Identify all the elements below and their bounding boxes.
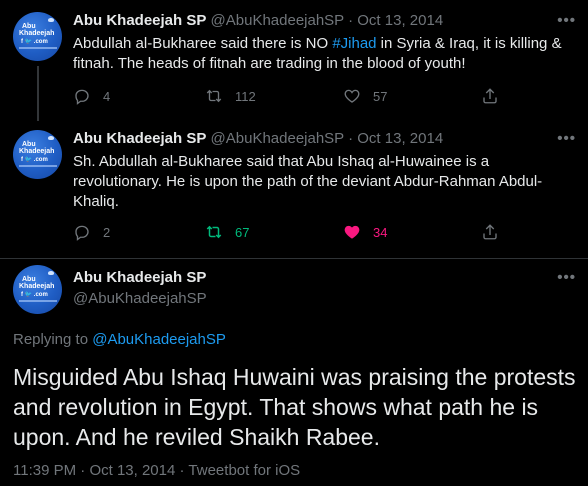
author-handle[interactable]: @AbuKhadeejahSP (211, 130, 344, 147)
thread-line (37, 66, 39, 121)
tweet-time[interactable]: 11:39 PM (13, 462, 76, 479)
avatar-stripe (19, 47, 57, 49)
more-icon[interactable]: ••• (557, 269, 576, 286)
tweet-1[interactable]: Abu Khadeejah f 🐦 .com Abu Khadeejah SP … (0, 0, 588, 121)
reply-button[interactable]: 2 (73, 222, 110, 242)
separator: · (348, 130, 354, 147)
retweet-button[interactable]: 67 (205, 222, 249, 242)
reply-button[interactable]: 4 (73, 86, 110, 106)
tweet-text: Abdullah al-Bukharee said there is NO #J… (73, 34, 578, 74)
retweet-count: 112 (235, 88, 256, 104)
author-name[interactable]: Abu Khadeejah SP (73, 269, 206, 286)
bird-icon (48, 18, 54, 22)
avatar[interactable]: Abu Khadeejah f 🐦 .com (13, 12, 62, 61)
like-button[interactable]: 34 (343, 222, 387, 242)
separator: · (348, 12, 354, 29)
more-icon[interactable]: ••• (557, 12, 576, 29)
share-icon (483, 88, 497, 104)
tweet-actions: 4 112 57 (73, 86, 513, 106)
retweet-icon (206, 89, 222, 103)
reply-count: 2 (103, 224, 111, 240)
avatar-text-2: Khadeejah (19, 30, 55, 37)
more-icon[interactable]: ••• (557, 130, 576, 147)
reply-icon (75, 225, 89, 241)
main-tweet: Abu Khadeejah f 🐦 .com Abu Khadeejah SP … (0, 259, 588, 486)
replying-to-label: Replying to (13, 331, 93, 348)
share-button[interactable] (481, 86, 511, 106)
replying-to-handle[interactable]: @AbuKhadeejahSP (92, 331, 226, 348)
retweet-count: 67 (235, 224, 250, 240)
avatar[interactable]: Abu Khadeejah f 🐦 .com (13, 265, 62, 314)
avatar-text-2: Khadeejah (19, 148, 55, 155)
share-button[interactable] (481, 222, 511, 242)
like-icon (344, 89, 360, 103)
avatar-stripe (19, 300, 57, 302)
tweet-date[interactable]: Oct 13, 2014 (89, 462, 175, 479)
author-handle[interactable]: @AbuKhadeejahSP (73, 290, 207, 307)
hashtag-link[interactable]: #Jihad (332, 35, 376, 52)
reply-icon (75, 89, 89, 105)
retweet-button[interactable]: 112 (205, 86, 256, 106)
avatar[interactable]: Abu Khadeejah f 🐦 .com (13, 130, 62, 179)
tweet-date[interactable]: Oct 13, 2014 (357, 12, 443, 29)
tweet-text: Sh. Abdullah al-Bukharee said that Abu I… (73, 153, 543, 210)
avatar-text-1: Abu (22, 23, 36, 30)
avatar-stripe (19, 165, 57, 167)
tweet-meta: 11:39 PM · Oct 13, 2014 · Tweetbot for i… (13, 462, 300, 479)
like-count: 34 (373, 224, 388, 240)
avatar-text-3: f 🐦 .com (21, 157, 48, 163)
separator: · (179, 462, 185, 479)
author-name[interactable]: Abu Khadeejah SP (73, 12, 206, 29)
main-tweet-text: Misguided Abu Ishaq Huwaini was praising… (13, 364, 576, 450)
bird-icon (48, 271, 54, 275)
share-icon (483, 224, 497, 240)
tweet-actions: 2 67 34 (73, 222, 513, 242)
tweet-text-part: Abdullah al-Bukharee said there is NO (73, 35, 333, 52)
separator: · (80, 462, 86, 479)
author-name[interactable]: Abu Khadeejah SP (73, 130, 206, 147)
tweet-date[interactable]: Oct 13, 2014 (357, 130, 443, 147)
like-count: 57 (373, 88, 388, 104)
bird-icon (48, 136, 54, 140)
tweet-header: Abu Khadeejah SP @AbuKhadeejahSP · Oct 1… (73, 12, 443, 29)
avatar-text-1: Abu (22, 141, 36, 148)
reply-count: 4 (103, 88, 111, 104)
avatar-text-3: f 🐦 .com (21, 39, 48, 45)
tweet-header: Abu Khadeejah SP @AbuKhadeejahSP · Oct 1… (73, 130, 443, 147)
tweet-2[interactable]: Abu Khadeejah f 🐦 .com Abu Khadeejah SP … (0, 121, 588, 258)
like-button[interactable]: 57 (343, 86, 387, 106)
replying-to: Replying to @AbuKhadeejahSP (13, 331, 226, 348)
retweet-icon (206, 225, 222, 239)
avatar-text-3: f 🐦 .com (21, 292, 48, 298)
avatar-text-1: Abu (22, 276, 36, 283)
tweet-client[interactable]: Tweetbot for iOS (188, 462, 300, 479)
author-handle[interactable]: @AbuKhadeejahSP (211, 12, 344, 29)
avatar-text-2: Khadeejah (19, 283, 55, 290)
like-icon (344, 225, 360, 239)
